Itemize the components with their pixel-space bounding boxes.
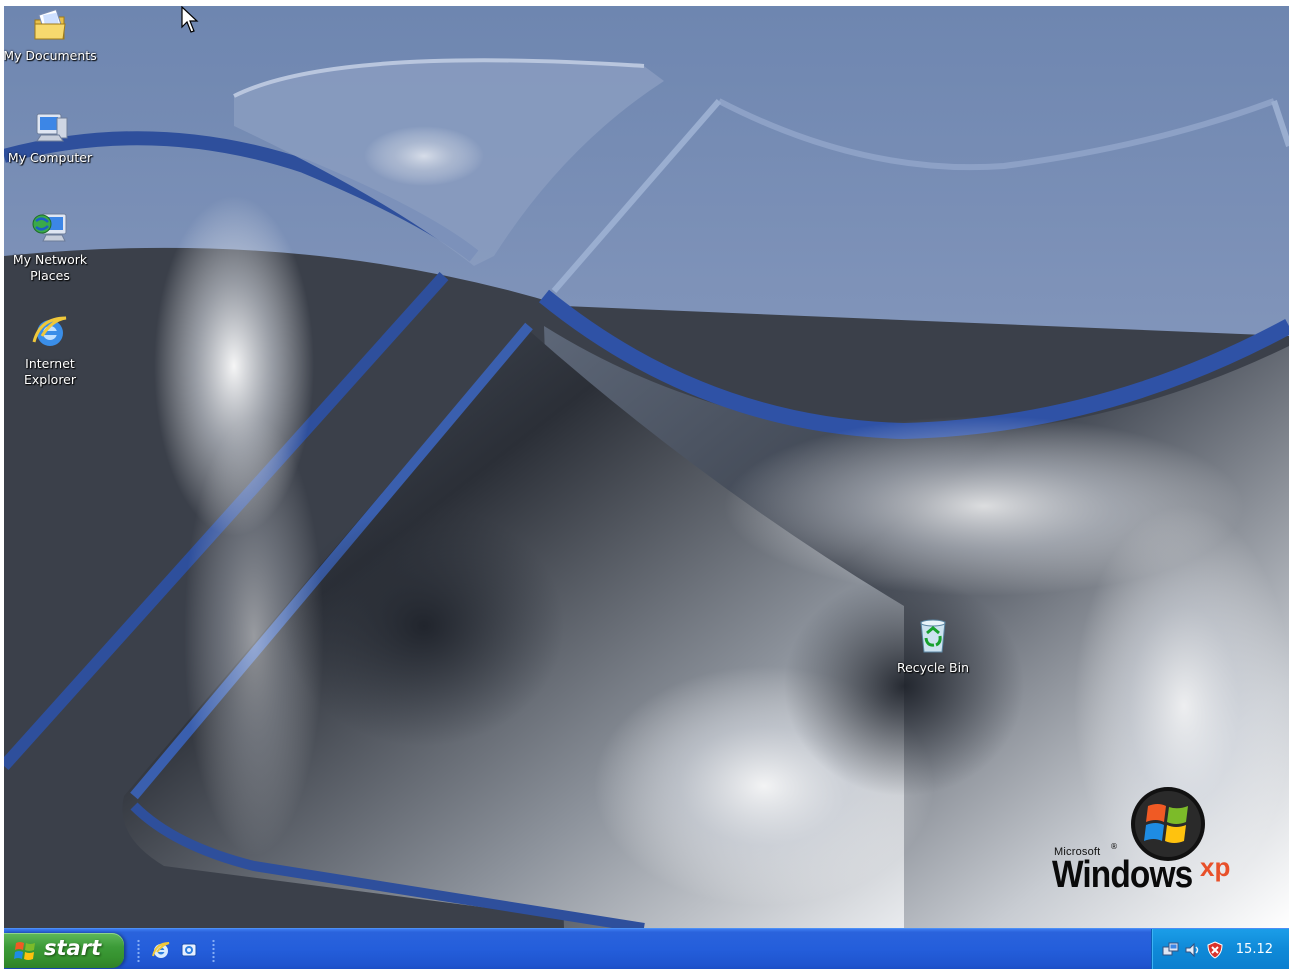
desktop-icon-label: My Documents (4, 48, 97, 63)
outlook-express-icon[interactable] (179, 940, 199, 960)
windows-flag-icon (14, 942, 35, 960)
desktop-icon-my-documents[interactable]: My Documents (4, 8, 98, 64)
internet-explorer-icon[interactable] (151, 940, 171, 960)
network-places-icon (32, 213, 67, 242)
desktop-icon-label: Recycle Bin (896, 660, 970, 675)
volume-icon[interactable] (1184, 941, 1202, 959)
quick-launch-grip[interactable] (137, 939, 140, 963)
clock[interactable]: 15.12 (1236, 942, 1273, 957)
system-tray: 15.12 (1151, 929, 1289, 969)
recycle-bin-icon (920, 619, 946, 653)
xp-wordmark: xp (1200, 852, 1231, 882)
start-button[interactable]: start (4, 933, 124, 968)
desktop-icon-label: My Computer (7, 150, 93, 165)
taskbar: start 15.12 (4, 928, 1289, 969)
desktop-icon-recycle-bin[interactable]: Recycle Bin (885, 616, 981, 676)
desktop-icon-my-network-places[interactable]: My Network Places (4, 210, 98, 284)
start-label: start (44, 936, 102, 960)
security-center-icon[interactable] (1206, 941, 1224, 959)
my-documents-folder-icon (34, 8, 66, 40)
registered-mark: ® (1110, 842, 1118, 851)
mouse-cursor-icon (181, 6, 199, 33)
my-computer-icon (36, 113, 68, 142)
desktop[interactable]: My Documents My Computer My Network Plac… (4, 6, 1289, 928)
desktop-icon-label: My Network Places (12, 252, 88, 283)
desktop-icon-label: Internet Explorer (23, 356, 77, 387)
desktop-icon-internet-explorer[interactable]: Internet Explorer (4, 312, 98, 388)
internet-explorer-icon (32, 316, 67, 346)
desktop-icon-my-computer[interactable]: My Computer (4, 110, 98, 166)
windows-flag-icon (1131, 787, 1205, 861)
windows-xp-logo: Microsoft ® Windows xp (1050, 784, 1250, 904)
network-icon[interactable] (1162, 941, 1180, 959)
taskbar-grip[interactable] (212, 939, 215, 963)
screen: My Documents My Computer My Network Plac… (0, 0, 1290, 969)
windows-wordmark: Windows (1052, 854, 1193, 896)
